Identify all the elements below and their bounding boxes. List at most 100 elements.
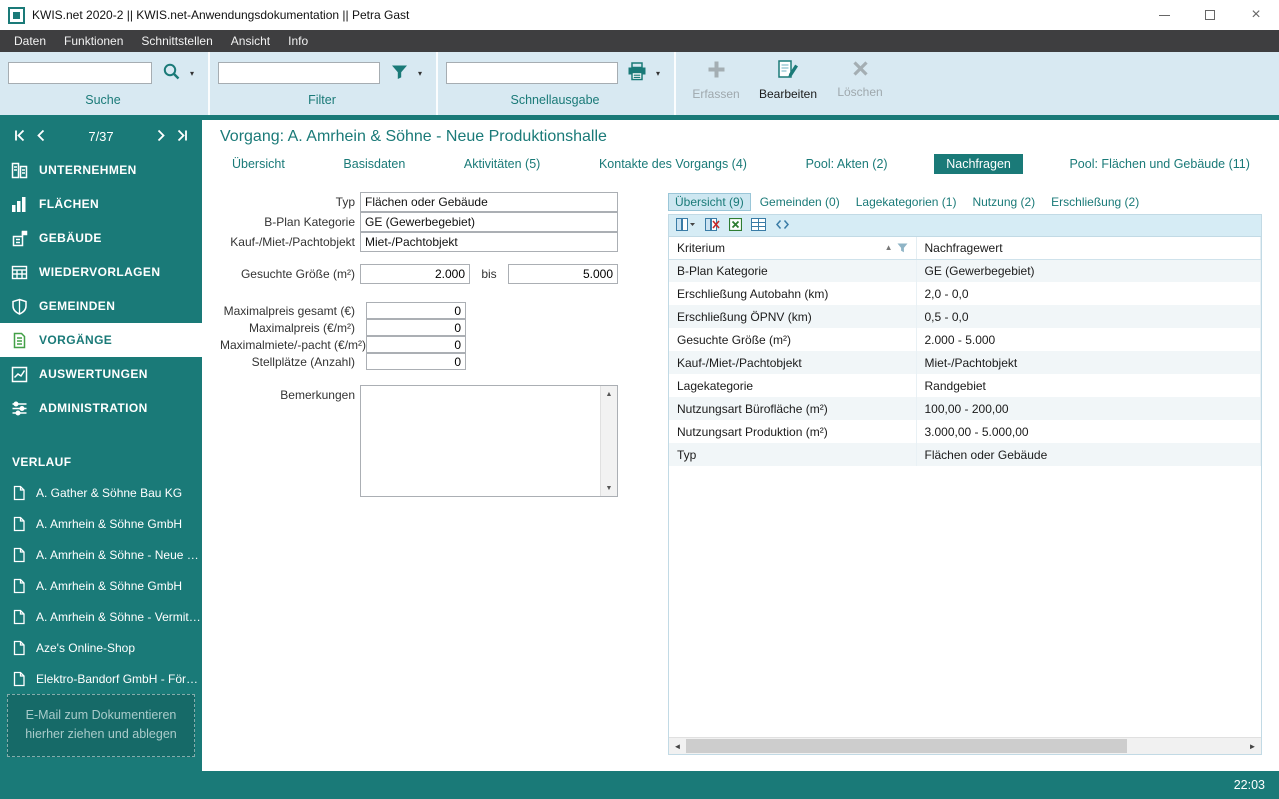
table-row[interactable]: Lagekategorie Randgebiet <box>669 374 1261 397</box>
sidebar-item-flaechen[interactable]: FLÄCHEN <box>0 187 202 221</box>
delete-icon <box>851 59 870 81</box>
quick-output-input[interactable] <box>446 62 618 84</box>
table-row[interactable]: Nutzungsart Produktion (m²) 3.000,00 - 5.… <box>669 420 1261 443</box>
maximalmiete-pacht-input[interactable] <box>366 336 466 353</box>
administration-icon <box>11 400 28 417</box>
table-row[interactable]: B-Plan Kategorie GE (Gewerbegebiet) <box>669 259 1261 282</box>
menu-item-funktionen[interactable]: Funktionen <box>55 30 132 52</box>
sidebar-item-label: UNTERNEHMEN <box>39 163 137 177</box>
excel-export-button[interactable] <box>728 217 743 234</box>
filter-input[interactable] <box>218 62 380 84</box>
typ-input[interactable] <box>360 192 618 212</box>
menu-item-info[interactable]: Info <box>279 30 317 52</box>
tab-nachfragen[interactable]: Nachfragen <box>934 154 1023 174</box>
sidebar-item-gebaeude[interactable]: GEBÄUDE <box>0 221 202 255</box>
table-row[interactable]: Nutzungsart Bürofläche (m²) 100,00 - 200,… <box>669 397 1261 420</box>
tab-uebersicht[interactable]: Übersicht <box>220 154 297 174</box>
kauf-miet-pachtobjekt-input[interactable] <box>360 232 618 252</box>
history-item[interactable]: A. Amrhein & Söhne GmbH <box>0 570 202 601</box>
tab-kontakte-des-vorgangs-4[interactable]: Kontakte des Vorgangs (4) <box>587 154 759 174</box>
scroll-left-icon[interactable]: ◄ <box>669 738 686 754</box>
minimize-button[interactable] <box>1141 0 1187 30</box>
history-item[interactable]: Elektro-Bandorf GmbH - Förde... <box>0 663 202 694</box>
cell-nachfragewert: 3.000,00 - 5.000,00 <box>916 420 1261 443</box>
menu-item-daten[interactable]: Daten <box>5 30 55 52</box>
table-row[interactable]: Typ Flächen oder Gebäude <box>669 443 1261 466</box>
previous-record-button[interactable] <box>31 129 52 145</box>
loeschen-button[interactable]: Löschen <box>828 59 892 115</box>
record-position: 7/37 <box>88 129 114 144</box>
scrollbar-thumb[interactable] <box>686 739 1127 753</box>
subtab-uebersicht-9[interactable]: Übersicht (9) <box>668 193 751 211</box>
search-button[interactable] <box>156 60 186 86</box>
stellplaetze-input[interactable] <box>366 353 466 370</box>
sidebar-item-auswertungen[interactable]: AUSWERTUNGEN <box>0 357 202 391</box>
hide-column-button[interactable] <box>705 217 720 234</box>
subtab-gemeinden-0[interactable]: Gemeinden (0) <box>753 193 847 211</box>
sidebar-item-unternehmen[interactable]: UNTERNEHMEN <box>0 153 202 187</box>
close-button[interactable]: × <box>1233 0 1279 30</box>
tab-pool-akten-2[interactable]: Pool: Akten (2) <box>794 154 900 174</box>
next-record-button[interactable] <box>150 129 171 145</box>
history-item[interactable]: A. Amrhein & Söhne - Neue Pr... <box>0 539 202 570</box>
table-row[interactable]: Kauf-/Miet-/Pachtobjekt Miet-/Pachtobjekt <box>669 351 1261 374</box>
history-item[interactable]: Aze's Online-Shop <box>0 632 202 663</box>
gesuchte-groesse-bis-input[interactable] <box>508 264 618 284</box>
sidebar-item-administration[interactable]: ADMINISTRATION <box>0 391 202 425</box>
filter-button[interactable] <box>384 60 414 86</box>
document-icon <box>12 609 26 625</box>
stellplaetze-label: Stellplätze (Anzahl) <box>251 354 355 369</box>
erfassen-button[interactable]: Erfassen <box>684 59 748 115</box>
maximalpreis-gesamt-input[interactable] <box>366 302 466 319</box>
bemerkungen-scrollbar[interactable]: ▲ ▼ <box>600 386 617 496</box>
sidebar-item-wiedervorlagen[interactable]: WIEDERVORLAGEN <box>0 255 202 289</box>
search-input[interactable] <box>8 62 152 84</box>
sidebar-item-vorgaenge[interactable]: VORGÄNGE <box>0 323 202 357</box>
scrollbar-track[interactable] <box>686 738 1244 754</box>
subtab-lagekategorien-1[interactable]: Lagekategorien (1) <box>849 193 964 211</box>
menu-item-schnittstellen[interactable]: Schnittstellen <box>132 30 221 52</box>
tab-basisdaten[interactable]: Basisdaten <box>331 154 417 174</box>
nachfrage-form: Typ B-Plan Kategorie Kauf-/Miet-/Pachtob… <box>220 192 622 755</box>
grid-button[interactable] <box>751 217 766 234</box>
email-dropzone[interactable]: E-Mail zum Dokumentieren hierher ziehen … <box>7 694 195 757</box>
subtab-erschliessung-2[interactable]: Erschließung (2) <box>1044 193 1146 211</box>
history-item[interactable]: A. Amrhein & Söhne - Vermittl... <box>0 601 202 632</box>
history-item[interactable]: A. Amrhein & Söhne GmbH <box>0 508 202 539</box>
maximalpreis-input[interactable] <box>366 319 466 336</box>
column-header-nachfragewert[interactable]: Nachfragewert <box>916 237 1261 260</box>
scroll-down-icon[interactable]: ▼ <box>601 480 617 496</box>
column-header-kriterium[interactable]: Kriterium ▲ <box>669 237 917 260</box>
scroll-right-icon[interactable]: ► <box>1244 738 1261 754</box>
filter-funnel-icon[interactable] <box>897 243 908 253</box>
table-row[interactable]: Erschließung Autobahn (km) 2,0 - 0,0 <box>669 282 1261 305</box>
subtab-nutzung-2[interactable]: Nutzung (2) <box>965 193 1042 211</box>
horizontal-scrollbar[interactable]: ◄ ► <box>669 737 1261 754</box>
bearbeiten-button[interactable]: Bearbeiten <box>756 59 820 115</box>
first-record-button[interactable] <box>10 129 31 145</box>
sidebar-item-gemeinden[interactable]: GEMEINDEN <box>0 289 202 323</box>
sidebar-item-label: FLÄCHEN <box>39 197 100 211</box>
filter-dropdown-button[interactable]: ▾ <box>414 69 426 78</box>
scroll-up-icon[interactable]: ▲ <box>601 386 617 402</box>
print-button[interactable] <box>622 60 652 86</box>
maximize-button[interactable] <box>1187 0 1233 30</box>
menu-item-ansicht[interactable]: Ansicht <box>222 30 279 52</box>
print-dropdown-button[interactable]: ▾ <box>652 69 664 78</box>
search-dropdown-button[interactable]: ▾ <box>186 69 198 78</box>
tab-pool-flaechen-und-gebaeude-11[interactable]: Pool: Flächen und Gebäude (11) <box>1057 154 1261 174</box>
last-record-button[interactable] <box>171 129 192 145</box>
table-row[interactable]: Gesuchte Größe (m²) 2.000 - 5.000 <box>669 328 1261 351</box>
columns-button[interactable] <box>676 217 696 234</box>
bemerkungen-textarea[interactable] <box>361 386 600 496</box>
fit-columns-button[interactable] <box>775 218 790 234</box>
history-item[interactable]: A. Gather & Söhne Bau KG <box>0 477 202 508</box>
statusbar: 22:03 <box>0 771 1279 799</box>
bplan-kategorie-input[interactable] <box>360 212 618 232</box>
tab-aktivitaeten-5[interactable]: Aktivitäten (5) <box>452 154 552 174</box>
cell-kriterium: Typ <box>669 443 917 466</box>
fit-columns-icon <box>775 218 790 234</box>
history-item-label: A. Amrhein & Söhne - Vermittl... <box>36 609 202 624</box>
table-row[interactable]: Erschließung ÖPNV (km) 0,5 - 0,0 <box>669 305 1261 328</box>
gesuchte-groesse-von-input[interactable] <box>360 264 470 284</box>
